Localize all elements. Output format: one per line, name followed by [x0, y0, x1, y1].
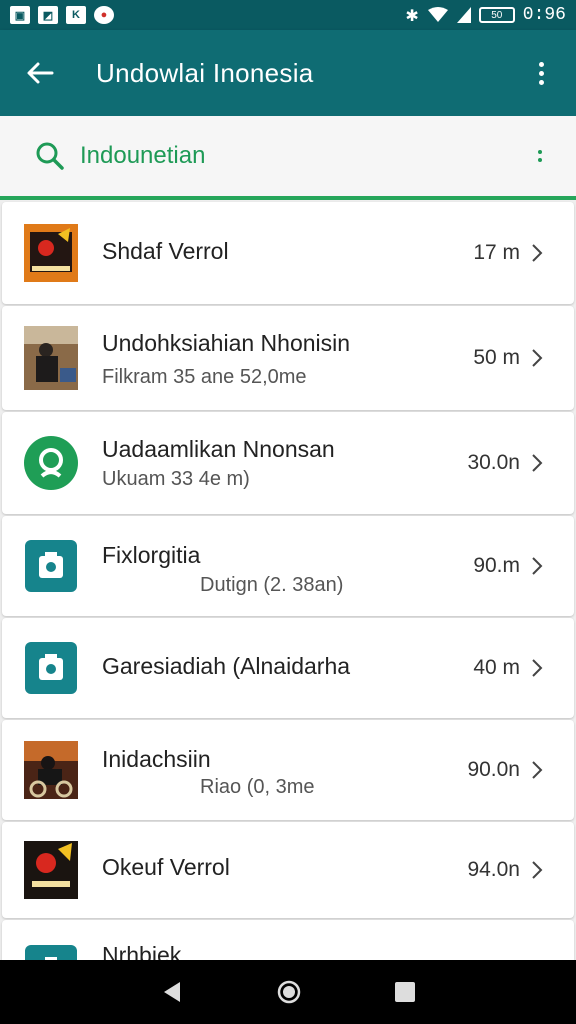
item-subtitle: Filkram 35 ane 52,0me — [102, 366, 307, 388]
photo-person-thumb — [24, 326, 78, 390]
system-icons: ✱ 50 0:96 — [405, 5, 566, 25]
green-search-icon — [24, 434, 78, 492]
item-distance: 90.0n — [467, 758, 520, 781]
photo-rider-thumb — [24, 741, 78, 799]
more-vert-icon — [538, 61, 544, 67]
item-title: Inidachsiin — [102, 746, 211, 772]
status-bar: ▣ ◩ K ● ✱ 50 0:96 — [0, 0, 576, 30]
chevron-right-icon — [532, 454, 543, 472]
item-text: Undohksiahian Nhonisin Filkram 35 ane 52… — [102, 306, 473, 410]
item-subtitle: Ukuam 33 4e m) — [102, 468, 250, 490]
chevron-right-icon — [532, 557, 543, 575]
photo-notification-icon: ◩ — [38, 6, 58, 24]
search-input[interactable]: Indounetian — [80, 142, 205, 170]
poster-thumb — [24, 224, 78, 282]
k-app-icon: K — [66, 6, 86, 24]
list-item[interactable]: Garesiadiah (Alnaidarha 40 m — [2, 618, 574, 718]
more-vert-dot — [538, 70, 544, 76]
chevron-right-icon — [532, 761, 543, 779]
more-vert-icon — [538, 150, 542, 154]
chevron-right-icon — [532, 244, 543, 262]
item-text: Inidachsiin Riao (0, 3me — [102, 720, 467, 820]
item-subtitle: Dutign (2. 38an) — [200, 574, 344, 596]
item-title: Uadaamlikan Nnonsan — [102, 436, 335, 462]
system-nav-bar — [0, 960, 576, 1024]
list-item[interactable]: Shdaf Verrol 17 m — [2, 202, 574, 304]
back-button[interactable] — [20, 53, 60, 93]
chevron-right-icon — [532, 349, 543, 367]
poster-dark-thumb — [24, 841, 78, 899]
item-text: Uadaamlikan Nnonsan Ukuam 33 4e m) — [102, 412, 467, 514]
item-distance: 17 m — [473, 241, 520, 264]
item-text: Fixlorgitia Dutign (2. 38an) — [102, 516, 473, 616]
search-options-button[interactable] — [538, 150, 542, 162]
search-icon — [36, 142, 64, 170]
camera-icon — [24, 537, 78, 595]
item-text: Okeuf Verrol — [102, 822, 467, 918]
item-distance: 40 m — [473, 656, 520, 679]
item-title: Fixlorgitia — [102, 542, 201, 568]
item-subtitle: Riao (0, 3me — [200, 776, 315, 798]
item-title: Shdaf Verrol — [102, 238, 229, 264]
item-title: Garesiadiah (Alnaidarha — [102, 653, 351, 679]
list-item[interactable]: Uadaamlikan Nnonsan Ukuam 33 4e m) 30.0n — [2, 412, 574, 514]
page-title: Undowlai Inonesia — [96, 57, 314, 88]
chevron-right-icon — [532, 659, 543, 677]
item-distance: 30.0n — [467, 451, 520, 474]
chevron-right-icon — [532, 861, 543, 879]
camera-icon — [24, 639, 78, 697]
nav-home-icon[interactable] — [276, 979, 302, 1005]
more-vert-dot — [538, 79, 544, 85]
item-distance: 90.m — [473, 554, 520, 577]
overflow-menu-button[interactable] — [526, 53, 556, 93]
wifi-icon — [427, 7, 448, 22]
battery-icon: 50 — [478, 7, 515, 23]
record-icon: ● — [94, 6, 114, 24]
list-item[interactable]: Fixlorgitia Dutign (2. 38an) 90.m — [2, 516, 574, 616]
image-notification-icon: ▣ — [10, 6, 30, 24]
clock: 0:96 — [522, 5, 566, 25]
arrow-back-icon — [27, 62, 54, 84]
bluetooth-icon: ✱ — [405, 5, 419, 25]
item-distance: 94.0n — [467, 858, 520, 881]
item-text: Garesiadiah (Alnaidarha — [102, 618, 473, 718]
nav-recents-icon[interactable] — [394, 981, 416, 1003]
list-item[interactable]: Inidachsiin Riao (0, 3me 90.0n — [2, 720, 574, 820]
app-bar: Undowlai Inonesia — [0, 30, 576, 116]
more-vert-dot — [538, 158, 542, 162]
signal-icon — [456, 7, 471, 23]
item-title: Undohksiahian Nhonisin — [102, 330, 351, 356]
nav-back-icon[interactable] — [160, 980, 184, 1004]
item-text: Shdaf Verrol — [102, 202, 473, 304]
list-item[interactable]: Undohksiahian Nhonisin Filkram 35 ane 52… — [2, 306, 574, 410]
item-title: Okeuf Verrol — [102, 854, 230, 880]
search-bar[interactable]: Indounetian — [0, 116, 576, 200]
list-item[interactable]: Okeuf Verrol 94.0n — [2, 822, 574, 918]
item-distance: 50 m — [473, 346, 520, 369]
notification-icons: ▣ ◩ K ● — [10, 6, 114, 24]
battery-level: 50 — [491, 9, 503, 21]
